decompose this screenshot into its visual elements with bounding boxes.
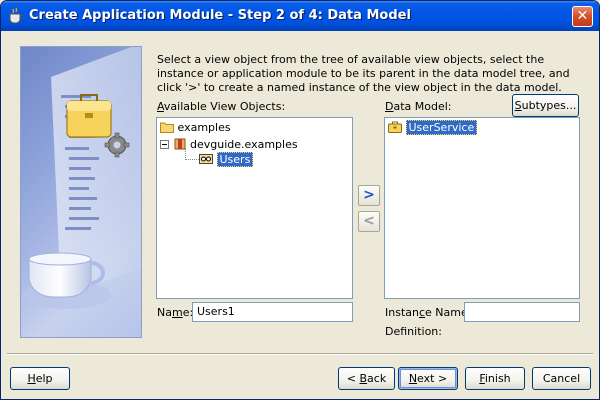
tree-node-label: devguide.examples (190, 138, 298, 151)
briefcase-icon (66, 94, 112, 138)
tree-node-examples[interactable]: examples (160, 120, 231, 136)
tree-connector (185, 159, 199, 160)
button-label: elp (35, 372, 53, 385)
access-key: N (408, 372, 418, 385)
tree-node-label: examples (177, 121, 231, 134)
instance-name-input[interactable] (464, 302, 580, 322)
close-icon: ✕ (576, 8, 589, 24)
access-key: A (157, 100, 164, 113)
coffee-cup-icon (9, 7, 25, 24)
title-bar[interactable]: Create Application Module - Step 2 of 4:… (1, 1, 599, 31)
button-label: ack (367, 372, 387, 385)
collapse-icon[interactable] (160, 140, 169, 149)
access-key: m (171, 306, 183, 319)
wizard-illustration (23, 47, 141, 309)
button-label: inish (484, 372, 511, 385)
access-key: H (27, 372, 36, 385)
chevron-right-icon: > (363, 187, 375, 203)
dialog-window: Create Application Module - Step 2 of 4:… (0, 0, 600, 400)
name-input[interactable]: Users1 (192, 302, 353, 322)
access-key: B (359, 372, 368, 385)
add-to-data-model-button[interactable]: > (358, 185, 380, 206)
help-button[interactable]: Help (10, 367, 70, 390)
instructions-text: Select a view object from the tree of av… (157, 53, 570, 94)
remove-from-data-model-button[interactable]: < (358, 211, 380, 232)
available-view-objects-tree[interactable]: examples devguide.examples Users (156, 117, 353, 299)
tree-node-label: UserService (405, 120, 478, 135)
instance-name-label: Instance Name: (385, 306, 472, 319)
tree-node-devguide-examples[interactable]: devguide.examples (160, 137, 298, 153)
window-title: Create Application Module - Step 2 of 4:… (29, 8, 411, 23)
name-label: Name: (157, 306, 194, 319)
view-object-icon (199, 154, 213, 164)
close-button[interactable]: ✕ (572, 6, 593, 27)
application-module-icon (388, 121, 402, 133)
button-label: ubtypes... (521, 99, 577, 112)
chevron-left-icon: < (363, 213, 375, 229)
folder-icon (160, 122, 174, 133)
separator (7, 354, 593, 355)
tree-node-userservice[interactable]: UserService (388, 120, 478, 136)
available-view-objects-label: Available View Objects: (157, 100, 285, 113)
finish-button[interactable]: Finish (465, 367, 525, 390)
back-button[interactable]: < Back (338, 367, 395, 390)
access-key: S (514, 99, 522, 112)
tree-node-users[interactable]: Users (199, 152, 254, 168)
cancel-button[interactable]: Cancel (532, 367, 591, 390)
button-label: ext > (417, 372, 448, 385)
definition-label: Definition: (385, 325, 442, 338)
label-text: ata Model: (393, 100, 452, 113)
next-button[interactable]: Next > (398, 367, 458, 390)
label-text: vailable View Objects: (163, 100, 286, 113)
data-model-tree[interactable]: UserService (384, 117, 580, 299)
data-model-label: Data Model: (385, 100, 452, 113)
wizard-side-graphic (20, 46, 142, 338)
subtypes-button[interactable]: Subtypes... (512, 94, 579, 117)
tree-node-label: Users (216, 152, 254, 167)
